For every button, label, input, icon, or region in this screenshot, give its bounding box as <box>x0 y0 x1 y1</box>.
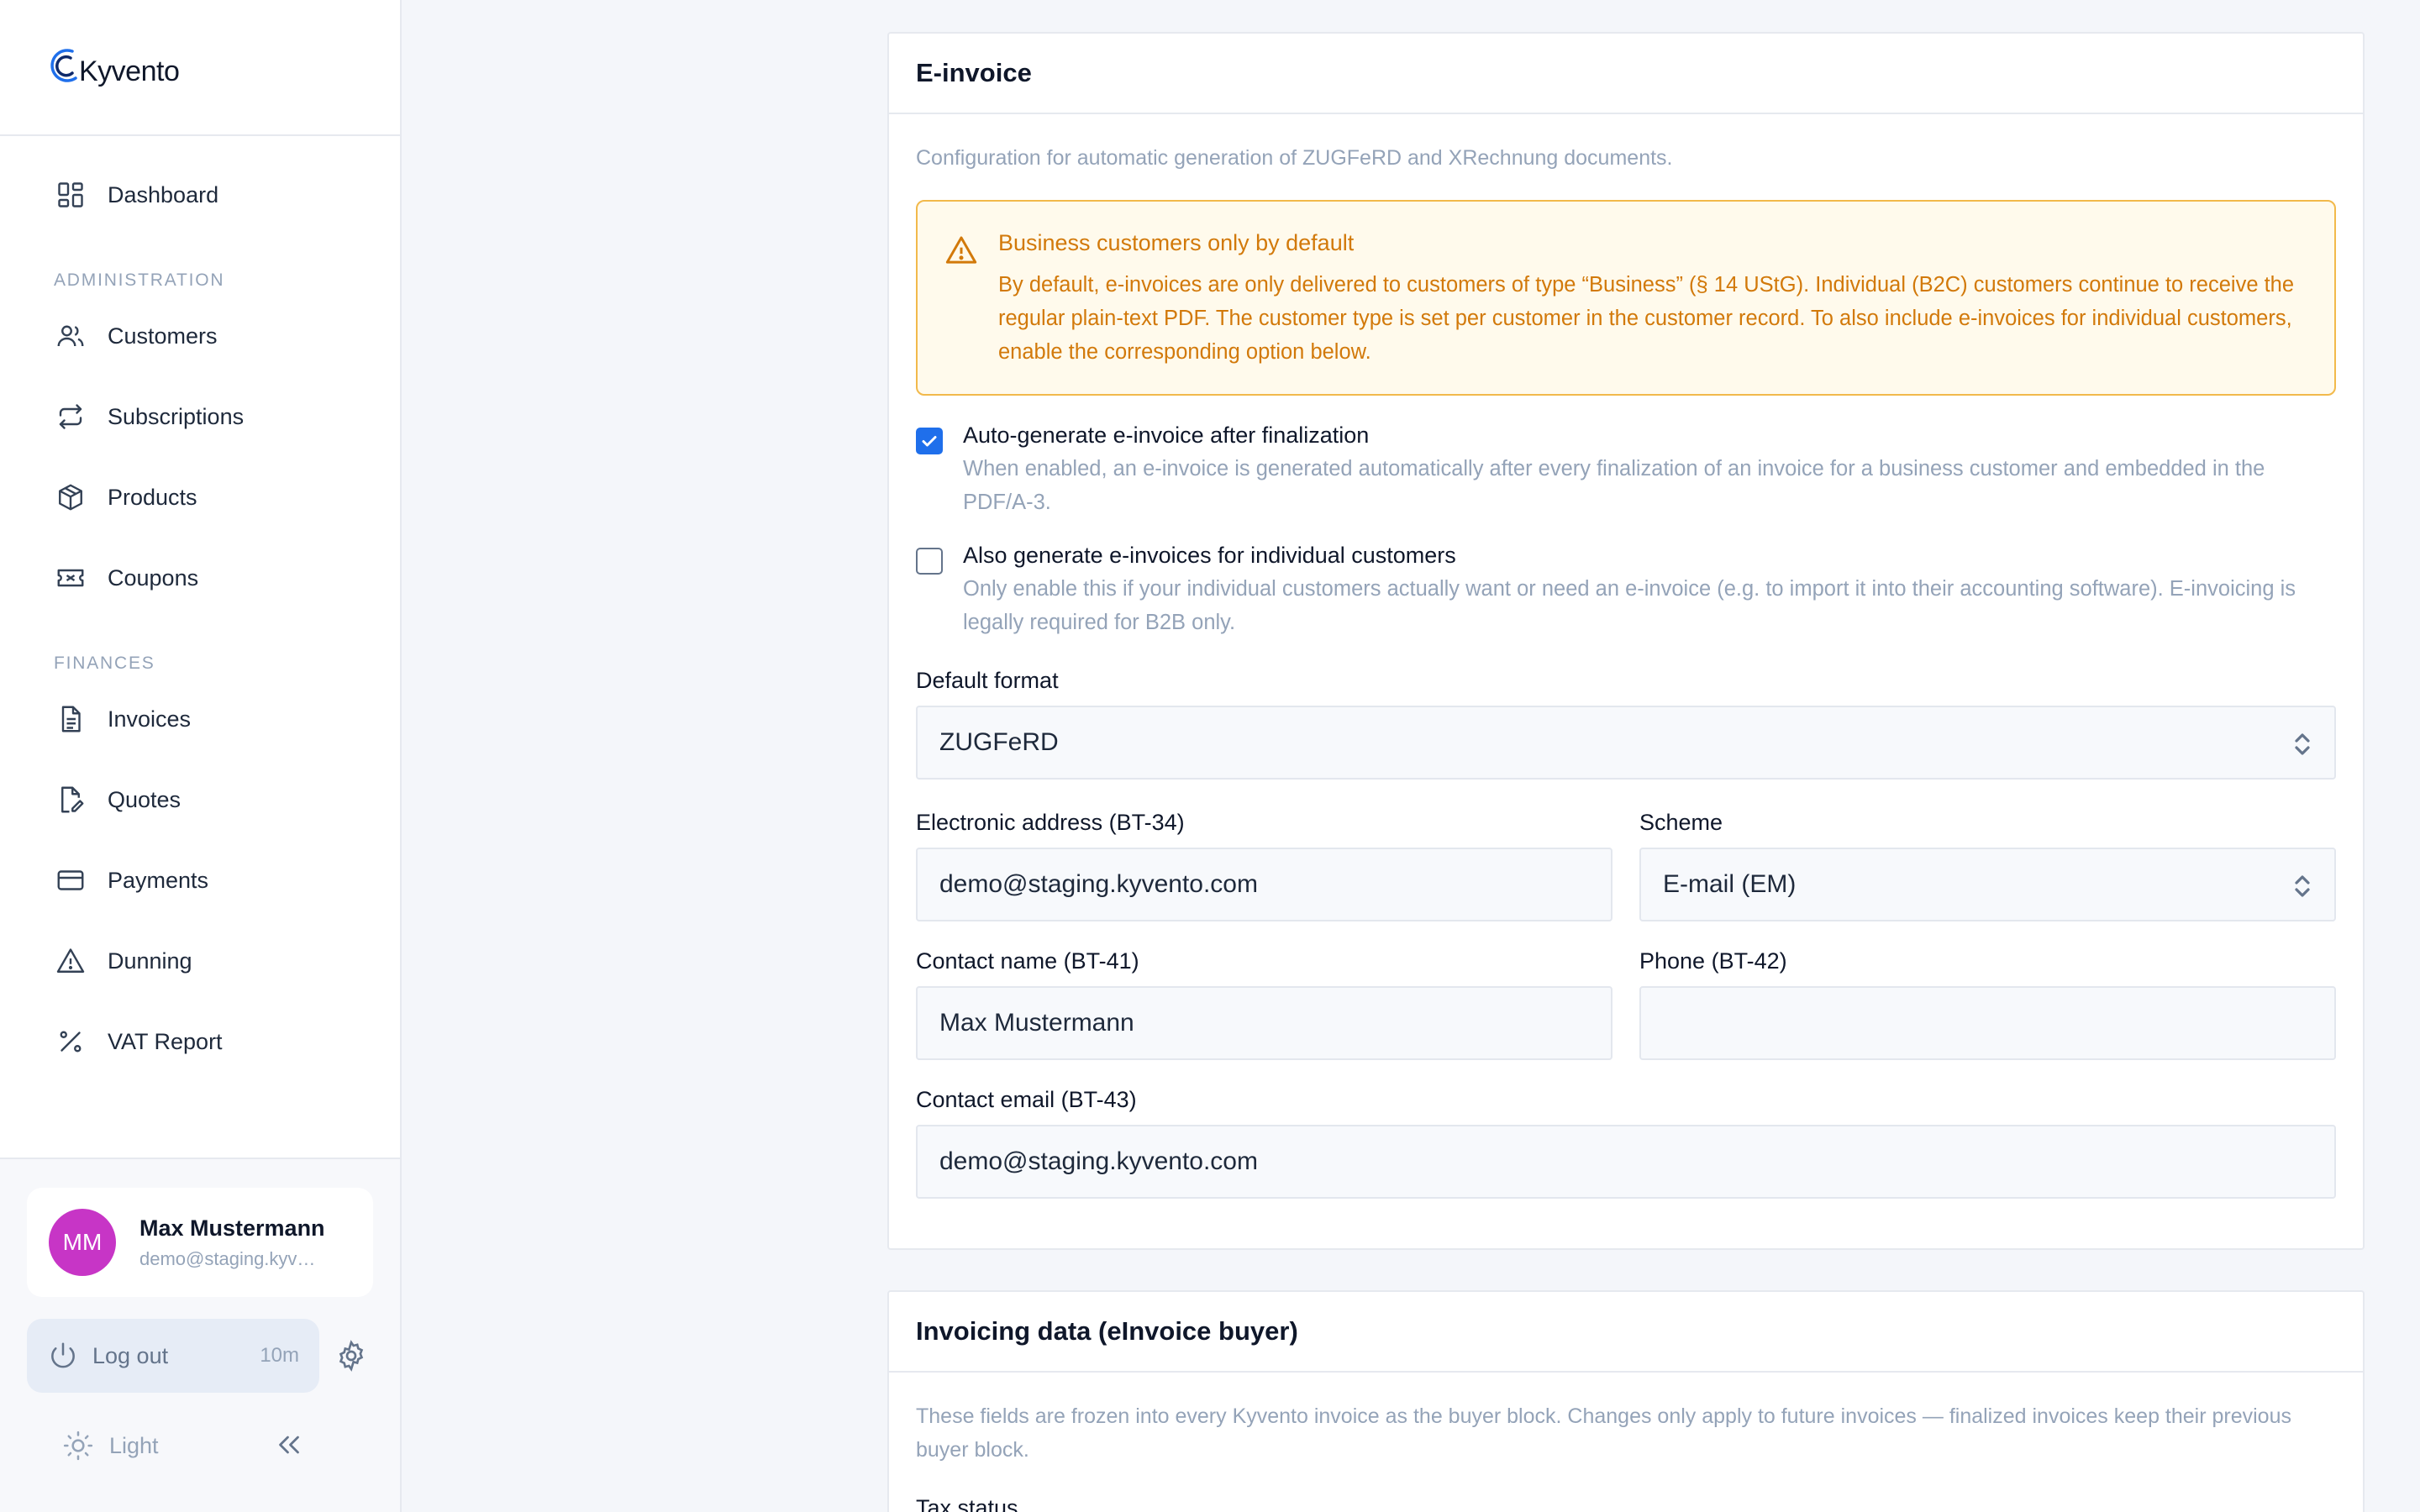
collapse-sidebar-icon[interactable] <box>274 1430 304 1460</box>
nav-section-title: ADMINISTRATION <box>54 270 225 290</box>
box-icon <box>54 480 87 514</box>
sidebar-item-invoices[interactable]: Invoices <box>0 679 400 759</box>
sidebar-item-quotes[interactable]: Quotes <box>0 759 400 840</box>
field-label: Default format <box>916 668 1059 693</box>
gear-icon[interactable] <box>334 1339 368 1373</box>
field-label: Scheme <box>1639 810 1723 835</box>
avatar: MM <box>49 1209 116 1276</box>
electronic-address-input[interactable]: demo@staging.kyvento.com <box>916 848 1612 921</box>
card-description: Configuration for automatic generation o… <box>916 146 1673 170</box>
field-label: Tax status <box>916 1495 1018 1512</box>
scheme-select[interactable]: E-mail (EM) <box>1639 848 2336 921</box>
warning-icon <box>54 944 87 978</box>
card-title: E-invoice <box>889 34 2363 114</box>
default-format-select[interactable]: ZUGFeRD <box>916 706 2336 780</box>
power-icon <box>51 1342 75 1368</box>
sidebar-item-payments[interactable]: Payments <box>0 840 400 921</box>
percent-icon <box>54 1025 87 1058</box>
address-row: Electronic address (BT-34) demo@staging.… <box>916 810 2336 921</box>
user-name: Max Mustermann <box>139 1215 325 1241</box>
ticket-icon <box>54 561 87 595</box>
alert-title: Business customers only by default <box>998 230 1355 255</box>
contact-email-field: Contact email (BT-43) demo@staging.kyven… <box>916 1087 2336 1199</box>
auto-generate-checkbox[interactable] <box>916 428 943 454</box>
card-title: Invoicing data (eInvoice buyer) <box>889 1292 2363 1373</box>
chevron-up-down-icon <box>2295 875 2310 897</box>
sidebar-item-dunning[interactable]: Dunning <box>0 921 400 1001</box>
checkmark-icon <box>922 436 937 447</box>
sidebar-item-label: Products <box>108 484 197 510</box>
sidebar-item-label: Dunning <box>108 948 192 974</box>
field-label: Contact email (BT-43) <box>916 1087 1137 1112</box>
sidebar-footer: MM Max Mustermann demo@staging.kyvento.c… <box>0 1158 400 1512</box>
sidebar-item-label: Payments <box>108 867 209 893</box>
session-timer: 10m <box>260 1344 299 1367</box>
field-label: Contact name (BT-41) <box>916 948 1139 974</box>
sidebar: Kyvento Dashboard ADMINISTRATION Custome… <box>0 0 402 1512</box>
logout-button[interactable]: Log out 10m <box>27 1319 319 1393</box>
document-edit-icon <box>54 783 87 816</box>
auto-generate-option: Auto-generate e-invoice after finalizati… <box>916 423 2336 519</box>
sidebar-item-label: Subscriptions <box>108 403 245 429</box>
sidebar-item-customers[interactable]: Customers <box>0 296 400 376</box>
document-icon <box>54 702 87 736</box>
sidebar-item-dashboard[interactable]: Dashboard <box>0 155 400 235</box>
default-format-field: Default format ZUGFeRD <box>916 668 2336 780</box>
repeat-icon <box>54 400 87 433</box>
select-value: E-mail (EM) <box>1663 870 1797 898</box>
auto-generate-help: When enabled, an e-invoice is generated … <box>963 457 2265 514</box>
nav-section-title: FINANCES <box>54 654 155 673</box>
card-description: These fields are frozen into every Kyven… <box>916 1404 2291 1462</box>
warning-icon <box>945 236 977 264</box>
sidebar-item-coupons[interactable]: Coupons <box>0 538 400 618</box>
invoicing-data-card: Invoicing data (eInvoice buyer) These fi… <box>887 1290 2365 1512</box>
contact-row: Contact name (BT-41) Max Mustermann Phon… <box>916 948 2336 1060</box>
individual-customers-help: Only enable this if your individual cust… <box>963 577 2296 634</box>
sun-icon <box>63 1431 93 1461</box>
theme-label: Light <box>109 1432 159 1458</box>
sidebar-item-label: VAT Report <box>108 1028 223 1054</box>
dashboard-icon <box>54 178 87 212</box>
sidebar-item-subscriptions[interactable]: Subscriptions <box>0 376 400 457</box>
theme-toggle[interactable]: Light <box>62 1430 159 1462</box>
sidebar-item-label: Customers <box>108 323 218 349</box>
einvoice-card: E-invoice Configuration for automatic ge… <box>887 32 2365 1250</box>
contact-name-input[interactable]: Max Mustermann <box>916 986 1612 1060</box>
contact-email-input[interactable]: demo@staging.kyvento.com <box>916 1125 2336 1199</box>
field-label: Phone (BT-42) <box>1639 948 1787 974</box>
info-alert: Business customers only by default By de… <box>916 200 2336 396</box>
chevron-up-down-icon <box>2295 733 2310 755</box>
user-email: demo@staging.kyvento.com <box>139 1247 316 1269</box>
individual-option: Also generate e-invoices for individual … <box>916 543 2336 639</box>
sidebar-item-label: Coupons <box>108 564 199 591</box>
field-label: Electronic address (BT-34) <box>916 810 1185 835</box>
sidebar-nav: Dashboard ADMINISTRATION Customers Subsc… <box>0 136 400 1082</box>
brand-logo[interactable]: Kyvento <box>0 0 400 136</box>
individual-customers-label[interactable]: Also generate e-invoices for individual … <box>963 543 2336 569</box>
select-value: ZUGFeRD <box>939 728 1059 756</box>
auto-generate-label[interactable]: Auto-generate e-invoice after finalizati… <box>963 423 2336 449</box>
sidebar-item-label: Invoices <box>108 706 192 732</box>
brand-name: Kyvento <box>79 55 180 87</box>
alert-text: By default, e-invoices are only delivere… <box>998 273 2295 364</box>
individual-customers-checkbox[interactable] <box>916 548 943 575</box>
sidebar-item-products[interactable]: Products <box>0 457 400 538</box>
users-icon <box>54 319 87 353</box>
logout-label: Log out <box>92 1342 169 1368</box>
sidebar-item-label: Dashboard <box>108 181 219 207</box>
phone-input[interactable] <box>1639 986 2336 1060</box>
sidebar-item-vat-report[interactable]: VAT Report <box>0 1001 400 1082</box>
sidebar-item-label: Quotes <box>108 786 182 812</box>
credit-card-icon <box>54 864 87 897</box>
user-card[interactable]: MM Max Mustermann demo@staging.kyvento.c… <box>27 1188 373 1297</box>
